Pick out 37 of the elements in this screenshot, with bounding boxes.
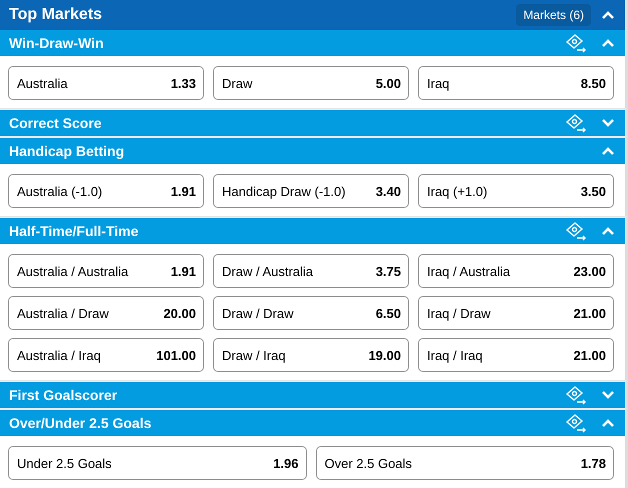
odds-button[interactable]: Over 2.5 Goals 1.78 (316, 446, 614, 480)
chevron-up-icon[interactable] (601, 226, 615, 236)
cash-note-icon[interactable] (565, 113, 587, 133)
odds-button[interactable]: Iraq / Australia 23.00 (418, 254, 614, 288)
chevron-up-icon[interactable] (601, 418, 615, 428)
odds-button[interactable]: Iraq (+1.0) 3.50 (418, 174, 614, 208)
chevron-down-icon[interactable] (601, 118, 615, 128)
market-title: First Goalscorer (9, 387, 118, 403)
cash-note-icon[interactable] (565, 413, 587, 433)
odds-button[interactable]: Draw / Draw 6.50 (213, 296, 409, 330)
chevron-down-icon[interactable] (601, 390, 615, 400)
odds-button[interactable]: Australia 1.33 (8, 66, 204, 100)
cash-note-icon[interactable] (565, 221, 587, 241)
market-title: Half-Time/Full-Time (9, 223, 140, 239)
market-title: Win-Draw-Win (9, 35, 105, 51)
chevron-up-icon[interactable] (601, 10, 615, 20)
odds-button[interactable]: Iraq / Draw 21.00 (418, 296, 614, 330)
odds-button[interactable]: Australia / Iraq 101.00 (8, 338, 204, 372)
chevron-up-icon[interactable] (601, 38, 615, 48)
odds-button[interactable]: Australia / Draw 20.00 (8, 296, 204, 330)
odds-button[interactable]: Handicap Draw (-1.0) 3.40 (213, 174, 409, 208)
market-title: Over/Under 2.5 Goals (9, 415, 152, 431)
cash-note-icon[interactable] (565, 33, 587, 53)
odds-button[interactable]: Australia / Australia 1.91 (8, 254, 204, 288)
odds-button[interactable]: Draw 5.00 (213, 66, 409, 100)
markets-button[interactable]: Markets (6) (516, 4, 591, 26)
odds-button[interactable]: Draw / Australia 3.75 (213, 254, 409, 288)
cash-note-icon[interactable] (565, 385, 587, 405)
odds-button[interactable]: Draw / Iraq 19.00 (213, 338, 409, 372)
market-title: Handicap Betting (9, 143, 126, 159)
market-title: Correct Score (9, 115, 103, 131)
odds-button[interactable]: Australia (-1.0) 1.91 (8, 174, 204, 208)
odds-button[interactable]: Iraq / Iraq 21.00 (418, 338, 614, 372)
odds-button[interactable]: Iraq 8.50 (418, 66, 614, 100)
header-title: Top Markets (9, 6, 104, 24)
chevron-up-icon[interactable] (601, 146, 615, 156)
odds-button[interactable]: Under 2.5 Goals 1.96 (8, 446, 306, 480)
